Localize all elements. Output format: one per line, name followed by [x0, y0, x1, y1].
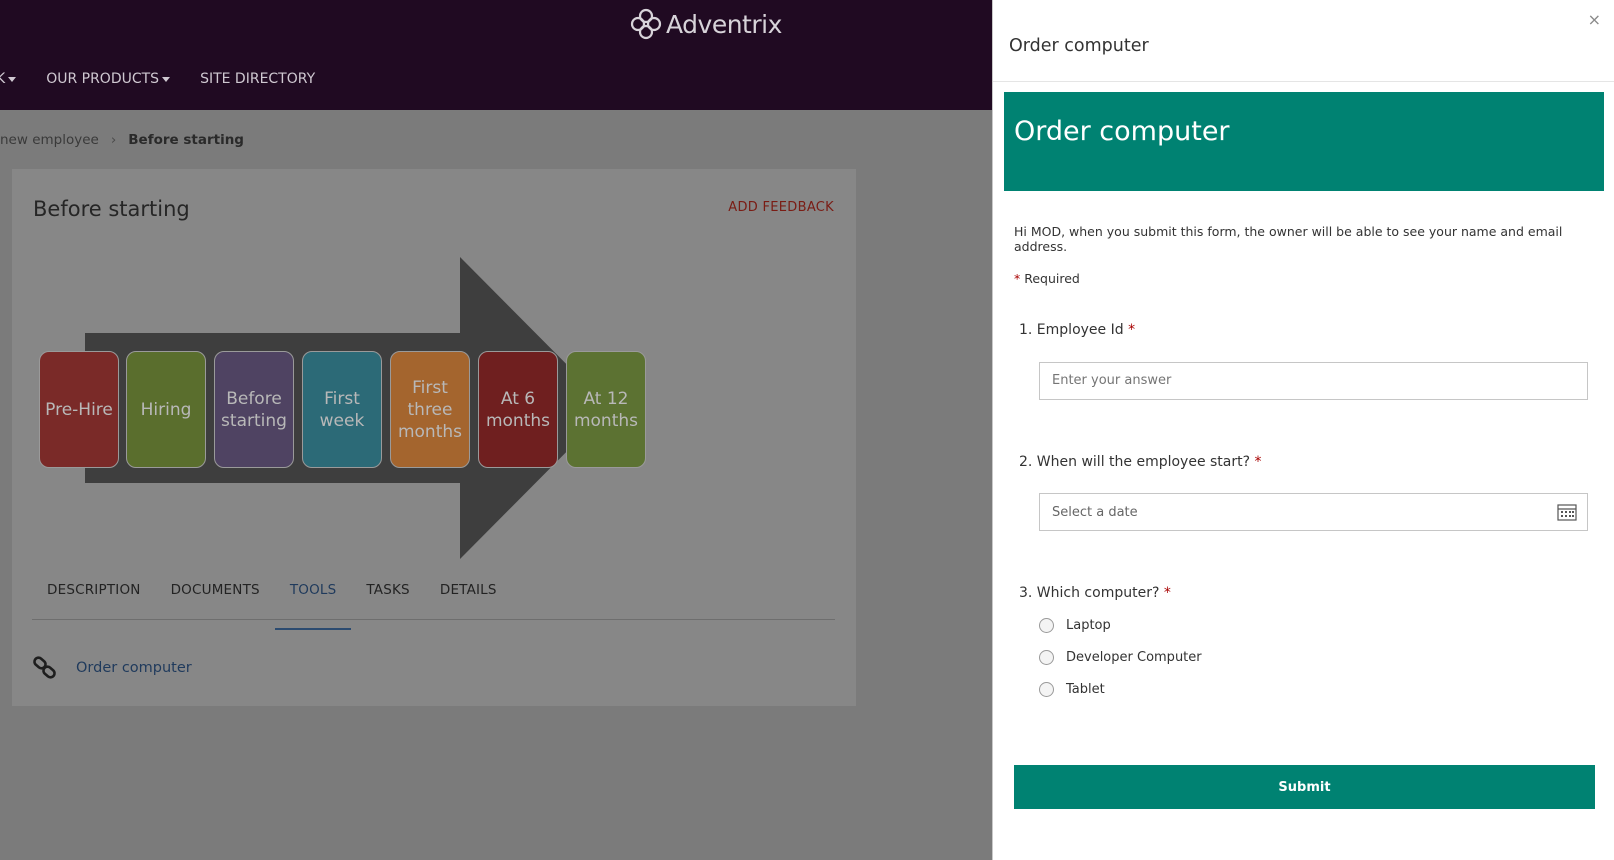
form-title: Order computer	[1014, 116, 1230, 147]
radio-option-developer-computer[interactable]: Developer Computer	[1039, 650, 1202, 665]
chevron-down-icon	[162, 76, 171, 82]
form-notice: Hi MOD, when you submit this form, the o…	[1014, 224, 1563, 254]
calendar-icon[interactable]	[1557, 503, 1577, 521]
content-card: Before starting ADD FEEDBACK Pre-Hire Hi…	[12, 169, 856, 706]
close-icon[interactable]: ×	[1588, 10, 1601, 29]
order-computer-panel: Order computer × Order computer Hi MOD, …	[992, 0, 1614, 860]
employee-id-input[interactable]	[1039, 362, 1588, 400]
process-step-before-starting[interactable]: Before starting	[214, 351, 294, 468]
required-asterisk: *	[1254, 454, 1262, 470]
tab-details[interactable]: DETAILS	[425, 572, 512, 619]
process-diagram: Pre-Hire Hiring Before starting First we…	[39, 257, 679, 559]
tab-tasks[interactable]: TASKS	[351, 572, 424, 619]
link-chain-icon	[33, 656, 56, 679]
brand-name: Adventrix	[666, 9, 782, 39]
tab-documents[interactable]: DOCUMENTS	[156, 572, 275, 619]
submit-button[interactable]: Submit	[1014, 765, 1595, 809]
adventrix-logo-icon	[630, 8, 662, 40]
add-feedback-link[interactable]: ADD FEEDBACK	[728, 200, 834, 215]
required-asterisk: *	[1014, 271, 1021, 286]
tool-link-order-computer[interactable]: Order computer	[32, 655, 192, 681]
nav-item-partial[interactable]: K	[0, 68, 17, 90]
breadcrumb-current: Before starting	[128, 132, 244, 148]
process-step-at-6-months[interactable]: At 6 months	[478, 351, 558, 468]
breadcrumb: new employee › Before starting	[0, 132, 244, 148]
chevron-down-icon	[8, 76, 17, 82]
nav-item-our-products[interactable]: OUR PRODUCTS	[46, 68, 171, 90]
radio-button[interactable]	[1039, 618, 1054, 633]
start-date-picker[interactable]: Select a date	[1039, 493, 1588, 531]
process-step-first-three-months[interactable]: First three months	[390, 351, 470, 468]
required-asterisk: *	[1163, 585, 1171, 601]
page-title: Before starting	[33, 197, 190, 221]
tab-description[interactable]: DESCRIPTION	[32, 572, 156, 619]
radio-option-tablet[interactable]: Tablet	[1039, 682, 1105, 697]
required-note: * Required	[1014, 271, 1080, 286]
process-step-pre-hire[interactable]: Pre-Hire	[39, 351, 119, 468]
process-step-first-week[interactable]: First week	[302, 351, 382, 468]
breadcrumb-separator: ›	[110, 132, 117, 148]
panel-header: Order computer ×	[993, 0, 1614, 82]
form-banner: Order computer	[1004, 92, 1604, 191]
tab-tools[interactable]: TOOLS	[274, 572, 352, 630]
question-2-label: 2. When will the employee start? *	[1019, 454, 1262, 470]
radio-button[interactable]	[1039, 650, 1054, 665]
required-asterisk: *	[1128, 322, 1136, 338]
radio-option-laptop[interactable]: Laptop	[1039, 618, 1111, 633]
tool-link-label: Order computer	[76, 660, 192, 676]
question-1-label: 1. Employee Id *	[1019, 322, 1136, 338]
radio-button[interactable]	[1039, 682, 1054, 697]
process-step-at-12-months[interactable]: At 12 months	[566, 351, 646, 468]
brand-logo[interactable]: Adventrix	[630, 8, 782, 40]
nav-item-site-directory[interactable]: SITE DIRECTORY	[200, 68, 315, 90]
main-nav: K OUR PRODUCTS SITE DIRECTORY	[0, 68, 315, 90]
breadcrumb-parent[interactable]: new employee	[0, 132, 99, 148]
panel-title: Order computer	[1009, 36, 1149, 56]
process-step-hiring[interactable]: Hiring	[126, 351, 206, 468]
question-3-label: 3. Which computer? *	[1019, 585, 1171, 601]
content-tabs: DESCRIPTION DOCUMENTS TOOLS TASKS DETAIL…	[32, 572, 835, 630]
